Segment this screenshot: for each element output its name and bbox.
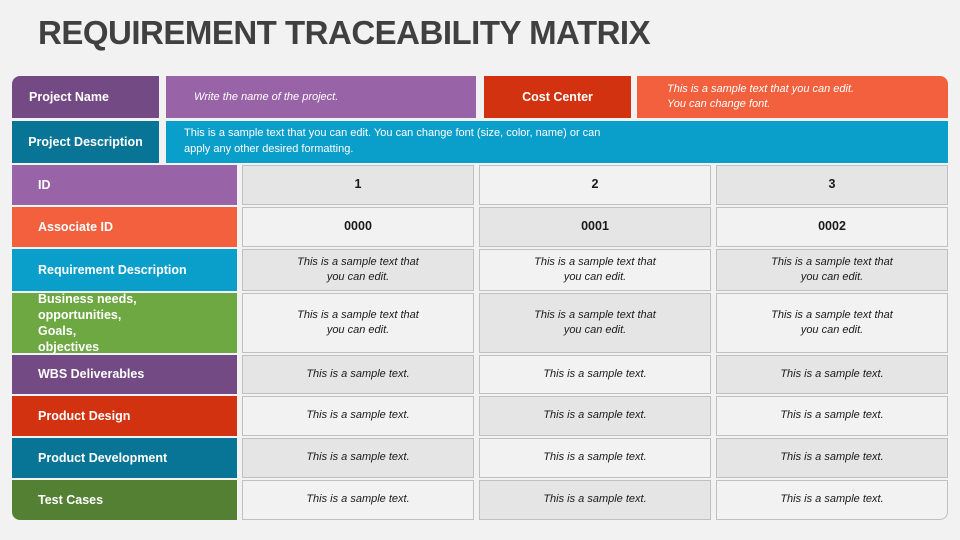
matrix-cell[interactable]: This is a sample text. bbox=[242, 355, 474, 394]
matrix-cell-text: This is a sample text that you can edit. bbox=[771, 308, 893, 336]
matrix-cell[interactable]: This is a sample text. bbox=[716, 396, 948, 436]
matrix-cell[interactable]: This is a sample text that you can edit. bbox=[716, 293, 948, 353]
row-label: Product Design bbox=[12, 396, 237, 436]
row-label: Test Cases bbox=[12, 480, 237, 520]
matrix-cell-text: This is a sample text. bbox=[306, 493, 410, 506]
matrix-cell-text: 1 bbox=[354, 177, 362, 192]
page-title: REQUIREMENT TRACEABILITY MATRIX bbox=[38, 14, 651, 51]
matrix-cell[interactable]: This is a sample text that you can edit. bbox=[479, 293, 711, 353]
matrix-cell[interactable]: 0002 bbox=[716, 207, 948, 247]
cost-center-text: This is a sample text that you can edit.… bbox=[667, 82, 855, 110]
matrix-cell-text: This is a sample text. bbox=[543, 409, 647, 422]
matrix-cell[interactable]: 0000 bbox=[242, 207, 474, 247]
project-description-label: Project Description bbox=[12, 121, 159, 163]
project-name-label: Project Name bbox=[12, 76, 159, 118]
matrix-cell[interactable]: This is a sample text that you can edit. bbox=[479, 249, 711, 291]
matrix-cell[interactable]: 0001 bbox=[479, 207, 711, 247]
matrix-cell-text: This is a sample text. bbox=[306, 367, 410, 380]
matrix-cell-text: This is a sample text. bbox=[780, 451, 884, 464]
row-label: Business needs, opportunities, Goals, ob… bbox=[12, 292, 237, 354]
matrix-cell-text: This is a sample text. bbox=[780, 367, 884, 380]
matrix-cell[interactable]: This is a sample text. bbox=[716, 438, 948, 478]
row-label: Requirement Description bbox=[12, 249, 237, 291]
matrix-cell-text: 2 bbox=[591, 177, 599, 192]
matrix-cell[interactable]: 1 bbox=[242, 165, 474, 205]
matrix-cell[interactable]: This is a sample text. bbox=[479, 355, 711, 394]
cost-center-field[interactable]: This is a sample text that you can edit.… bbox=[637, 76, 948, 118]
row-label: ID bbox=[12, 165, 237, 205]
matrix-cell[interactable]: This is a sample text. bbox=[479, 480, 711, 520]
matrix-cell[interactable]: This is a sample text. bbox=[242, 480, 474, 520]
matrix-cell[interactable]: This is a sample text that you can edit. bbox=[716, 249, 948, 291]
matrix-cell-text: This is a sample text. bbox=[306, 409, 410, 422]
matrix-cell-text: This is a sample text. bbox=[543, 493, 647, 506]
matrix-cell[interactable]: This is a sample text. bbox=[242, 396, 474, 436]
matrix-cell-text: 0001 bbox=[581, 219, 609, 234]
project-description-field[interactable]: This is a sample text that you can edit.… bbox=[166, 121, 948, 163]
matrix-cell-text: This is a sample text. bbox=[780, 493, 884, 506]
matrix-cell-text: 3 bbox=[828, 177, 836, 192]
row-label: Product Development bbox=[12, 438, 237, 478]
matrix-cell-text: This is a sample text. bbox=[780, 409, 884, 422]
matrix-cell[interactable]: 3 bbox=[716, 165, 948, 205]
matrix-cell[interactable]: This is a sample text that you can edit. bbox=[242, 249, 474, 291]
matrix-cell[interactable]: This is a sample text. bbox=[716, 355, 948, 394]
matrix-cell[interactable]: 2 bbox=[479, 165, 711, 205]
project-name-field[interactable]: Write the name of the project. bbox=[166, 76, 476, 118]
matrix-cell-text: This is a sample text. bbox=[543, 451, 647, 464]
matrix-cell-text: This is a sample text that you can edit. bbox=[771, 255, 893, 283]
matrix-cell-text: 0000 bbox=[344, 219, 372, 234]
row-label: Associate ID bbox=[12, 207, 237, 247]
row-label: WBS Deliverables bbox=[12, 355, 237, 394]
matrix-cell[interactable]: This is a sample text that you can edit. bbox=[242, 293, 474, 353]
matrix-cell-text: This is a sample text that you can edit. bbox=[297, 255, 419, 283]
matrix-cell[interactable]: This is a sample text. bbox=[242, 438, 474, 478]
matrix-cell-text: 0002 bbox=[818, 219, 846, 234]
matrix-cell-text: This is a sample text. bbox=[306, 451, 410, 464]
matrix-cell-text: This is a sample text that you can edit. bbox=[534, 308, 656, 336]
matrix-cell-text: This is a sample text. bbox=[543, 367, 647, 380]
project-description-text: This is a sample text that you can edit.… bbox=[184, 127, 601, 155]
matrix-cell-text: This is a sample text that you can edit. bbox=[534, 255, 656, 283]
matrix-cell[interactable]: This is a sample text. bbox=[716, 480, 948, 520]
matrix-cell[interactable]: This is a sample text. bbox=[479, 396, 711, 436]
matrix-cell-text: This is a sample text that you can edit. bbox=[297, 308, 419, 336]
cost-center-label: Cost Center bbox=[484, 76, 631, 118]
matrix-cell[interactable]: This is a sample text. bbox=[479, 438, 711, 478]
